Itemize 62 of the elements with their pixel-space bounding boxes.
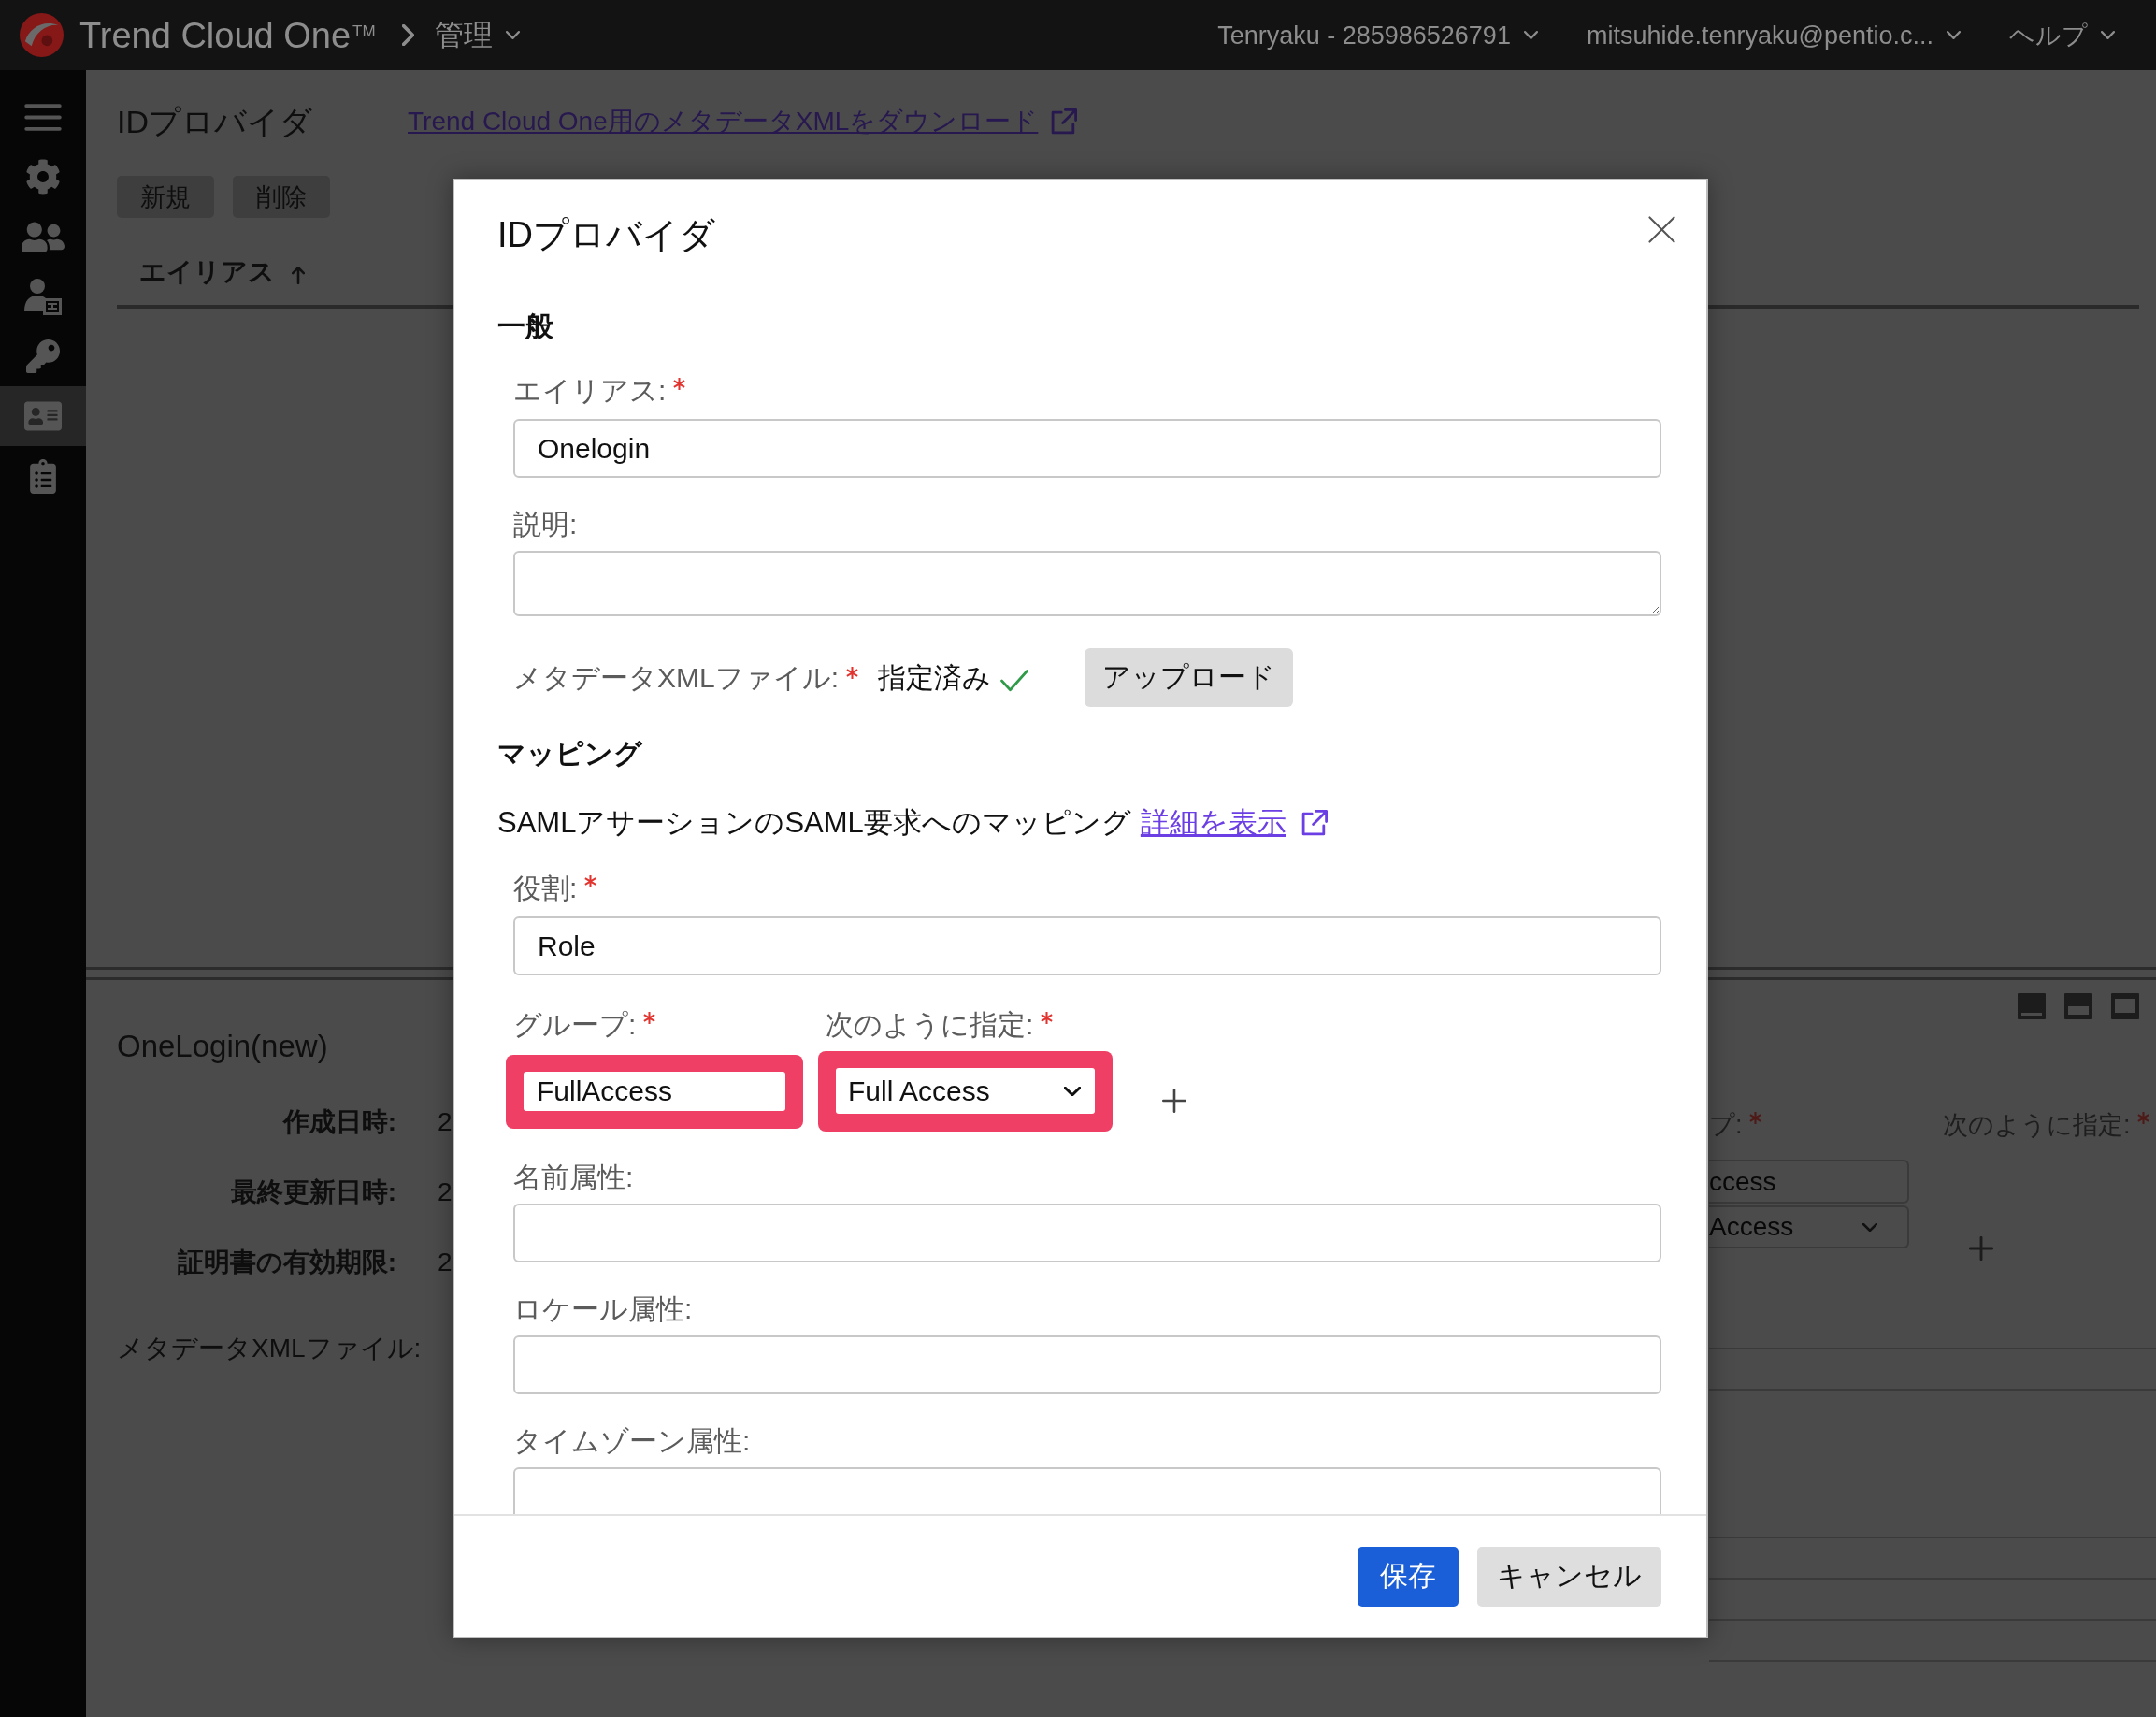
panel-size-icon[interactable] [2111, 993, 2139, 1019]
chevron-down-icon [1947, 31, 1961, 39]
input-field[interactable]: FullAccess [524, 1071, 785, 1111]
field-label: エイリアス: [513, 374, 667, 408]
section-heading: マッピング [497, 737, 643, 771]
section-heading: 一般 [497, 310, 554, 343]
field-label: グループ: [513, 1008, 637, 1042]
dropdown[interactable]: Full Access [836, 1068, 1095, 1114]
account-menu[interactable]: Tenryaku - 285986526791 [1217, 16, 1538, 54]
input-field[interactable]: Onelogin [513, 419, 1661, 478]
field-label: 次のように指定: [826, 1008, 1034, 1042]
detail-label: 証明書の有効期限: [177, 1246, 396, 1278]
clipboard-icon [30, 458, 56, 494]
field-label: 名前属性: [513, 1161, 634, 1194]
close-icon [1648, 216, 1675, 243]
cancel-button[interactable]: キャンセル [1477, 1546, 1661, 1607]
menu-icon [24, 103, 62, 131]
settings-icon [25, 159, 61, 195]
external-link-icon [1051, 108, 1078, 135]
external-link-icon [1301, 810, 1328, 836]
section-menu[interactable]: 管理 [434, 16, 520, 54]
users-icon [22, 219, 65, 254]
details-link[interactable]: 詳細を表示 [1140, 806, 1328, 840]
field-label: ロケール属性: [513, 1292, 693, 1326]
field-label: 役割: [513, 872, 578, 905]
chevron-right-icon [401, 24, 414, 46]
detail-title: OneLogin(new) [117, 1028, 329, 1065]
field-label: メタデータXMLファイル: [513, 660, 840, 695]
mapping-description: SAMLアサーションのSAML要求へのマッピング [497, 806, 1131, 840]
input-field[interactable]: Role [513, 916, 1661, 975]
chevron-down-icon [1064, 1086, 1081, 1096]
sidebar-item[interactable] [0, 386, 86, 446]
field-label: タイムゾーン属性: [513, 1424, 751, 1458]
id-card-icon [24, 399, 62, 433]
chevron-down-icon [1862, 1222, 1877, 1232]
close-button[interactable] [1648, 216, 1675, 243]
panel-size-icon[interactable] [2064, 993, 2092, 1019]
help-menu[interactable]: ヘルプ [2009, 16, 2115, 54]
detail-label: メタデータXMLファイル: [117, 1333, 422, 1364]
save-button[interactable]: 保存 [1358, 1546, 1459, 1607]
user-table-icon [24, 278, 62, 315]
detail-value: 2 [438, 1176, 453, 1208]
add-icon[interactable] [1162, 1089, 1186, 1113]
user-menu[interactable]: mitsuhide.tenryaku@pentio.c... [1586, 16, 1961, 54]
chevron-down-icon [2101, 31, 2115, 39]
logo-icon[interactable] [20, 13, 64, 57]
field-label: 説明: [513, 508, 578, 541]
upload-button[interactable]: アップロード [1085, 648, 1294, 707]
input-field[interactable] [1709, 1348, 2156, 1391]
detail-value: 2 [438, 1246, 453, 1278]
status-text: 指定済み [878, 660, 992, 695]
detail-value: 2 [438, 1105, 453, 1138]
detail-label: 最終更新日時: [230, 1176, 396, 1208]
chevron-down-icon [505, 31, 520, 39]
chevron-down-icon [1523, 31, 1538, 39]
detail-label: 作成日時: [282, 1105, 396, 1138]
key-icon [26, 339, 60, 373]
dialog-title: IDプロバイダ [497, 216, 715, 253]
panel-size-icon[interactable] [2018, 993, 2046, 1019]
page-title: IDプロバイダ [117, 103, 312, 141]
text-area[interactable] [513, 551, 1661, 616]
product-name: Trend Cloud One$^{TM}$ [79, 14, 376, 57]
